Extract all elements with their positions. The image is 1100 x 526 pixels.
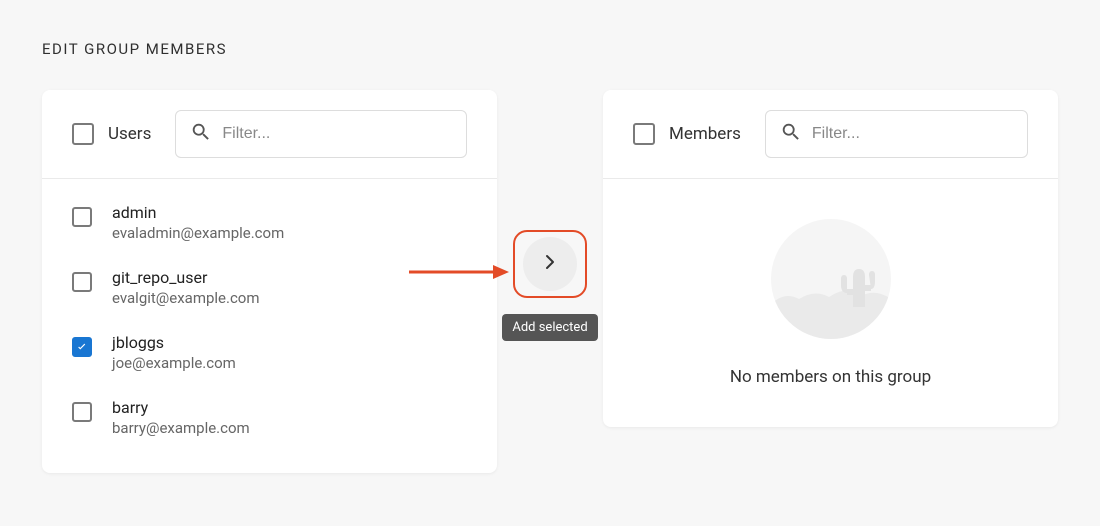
user-row: git_repo_user evalgit@example.com <box>72 268 467 307</box>
chevron-right-icon <box>538 250 562 278</box>
user-row: jbloggs joe@example.com <box>72 333 467 372</box>
members-panel-header: Members <box>603 90 1058 179</box>
users-filter-wrap <box>175 110 467 158</box>
user-name: admin <box>112 203 284 222</box>
user-row: admin evaladmin@example.com <box>72 203 467 242</box>
members-filter-wrap <box>765 110 1028 158</box>
user-checkbox[interactable] <box>72 402 92 422</box>
user-info: barry barry@example.com <box>112 398 250 437</box>
users-list: admin evaladmin@example.com git_repo_use… <box>42 179 497 473</box>
search-icon <box>780 121 802 147</box>
user-email: barry@example.com <box>112 419 250 437</box>
add-selected-button[interactable] <box>523 237 577 291</box>
select-all-members-checkbox[interactable] <box>633 123 655 145</box>
members-panel-label: Members <box>669 124 741 144</box>
user-email: evalgit@example.com <box>112 289 260 307</box>
transfer-column: Add selected <box>497 90 603 341</box>
user-email: evaladmin@example.com <box>112 224 284 242</box>
user-name: jbloggs <box>112 333 236 352</box>
page-title: EDIT GROUP MEMBERS <box>42 40 1058 58</box>
select-all-users-checkbox[interactable] <box>72 123 94 145</box>
users-filter-input[interactable] <box>222 125 452 143</box>
users-panel-label: Users <box>108 124 151 144</box>
user-checkbox[interactable] <box>72 207 92 227</box>
user-info: git_repo_user evalgit@example.com <box>112 268 260 307</box>
user-info: admin evaladmin@example.com <box>112 203 284 242</box>
users-panel: Users admin evaladmin@example.com <box>42 90 497 473</box>
empty-state-text: No members on this group <box>623 367 1038 387</box>
add-selected-tooltip: Add selected <box>502 314 597 341</box>
user-info: jbloggs joe@example.com <box>112 333 236 372</box>
search-icon <box>190 121 212 147</box>
transfer-button-highlight <box>513 230 587 298</box>
user-checkbox[interactable] <box>72 337 92 357</box>
user-email: joe@example.com <box>112 354 236 372</box>
cactus-icon <box>771 219 891 339</box>
members-panel: Members <box>603 90 1058 427</box>
members-filter-input[interactable] <box>812 125 1013 143</box>
user-name: barry <box>112 398 250 417</box>
members-empty-state: No members on this group <box>603 179 1058 427</box>
user-row: barry barry@example.com <box>72 398 467 437</box>
users-panel-header: Users <box>42 90 497 179</box>
user-checkbox[interactable] <box>72 272 92 292</box>
user-name: git_repo_user <box>112 268 260 287</box>
